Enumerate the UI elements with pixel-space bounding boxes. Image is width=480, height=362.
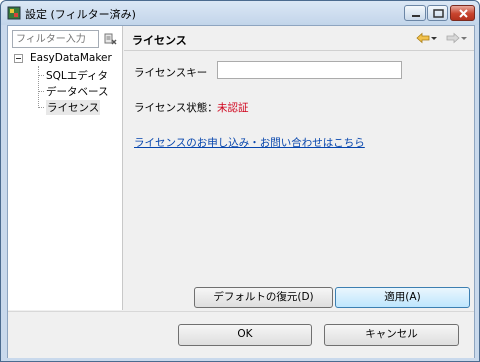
close-icon bbox=[459, 9, 468, 18]
license-key-input[interactable] bbox=[217, 61, 402, 79]
filter-input[interactable] bbox=[12, 30, 99, 48]
back-arrow-icon[interactable] bbox=[416, 32, 430, 44]
tree-node-label: SQLエディタ bbox=[46, 70, 109, 82]
window-title: 設定 (フィルター済み) bbox=[25, 8, 136, 21]
restore-defaults-button[interactable]: デフォルトの復元(D) bbox=[194, 287, 333, 308]
forward-arrow-icon[interactable] bbox=[446, 32, 460, 44]
page-header: ライセンス bbox=[124, 26, 474, 51]
app-icon bbox=[7, 6, 21, 20]
preference-page: ライセンス ライセンスキー ライセンス状態： 未認証 ライセンスのお申し込み・お… bbox=[124, 26, 474, 310]
cancel-button[interactable]: キャンセル bbox=[324, 324, 459, 346]
preferences-dialog: 設定 (フィルター済み) EasyDataMaker bbox=[0, 0, 480, 362]
tree-node-label: ライセンス bbox=[46, 100, 101, 115]
title-bar[interactable]: 設定 (フィルター済み) bbox=[1, 1, 479, 25]
dialog-button-bar: OK キャンセル bbox=[8, 311, 474, 358]
license-status-label: ライセンス状態： bbox=[134, 102, 218, 114]
collapse-icon[interactable] bbox=[14, 54, 23, 63]
minimize-icon bbox=[412, 15, 420, 17]
minimize-button[interactable] bbox=[404, 5, 426, 21]
tree-connector bbox=[38, 66, 39, 106]
dialog-body: EasyDataMaker SQLエディタ データベース ライセンス ライセンス bbox=[7, 25, 475, 358]
tree-node-label: データベース bbox=[46, 86, 109, 98]
page-title: ライセンス bbox=[132, 34, 187, 47]
clear-filter-icon[interactable] bbox=[104, 32, 118, 46]
maximize-icon bbox=[433, 9, 444, 18]
license-status-value: 未認証 bbox=[217, 102, 249, 114]
ok-button[interactable]: OK bbox=[178, 324, 312, 346]
tree-node-label: EasyDataMaker bbox=[30, 52, 112, 64]
close-button[interactable] bbox=[450, 5, 475, 21]
license-key-label: ライセンスキー bbox=[134, 67, 208, 79]
apply-button[interactable]: 適用(A) bbox=[335, 287, 470, 308]
chevron-down-icon[interactable] bbox=[460, 32, 468, 44]
preference-tree-pane: EasyDataMaker SQLエディタ データベース ライセンス bbox=[8, 26, 123, 310]
chevron-down-icon[interactable] bbox=[430, 32, 438, 44]
maximize-button[interactable] bbox=[427, 5, 448, 21]
license-inquiry-link[interactable]: ライセンスのお申し込み・お問い合わせはこちら bbox=[134, 135, 365, 150]
